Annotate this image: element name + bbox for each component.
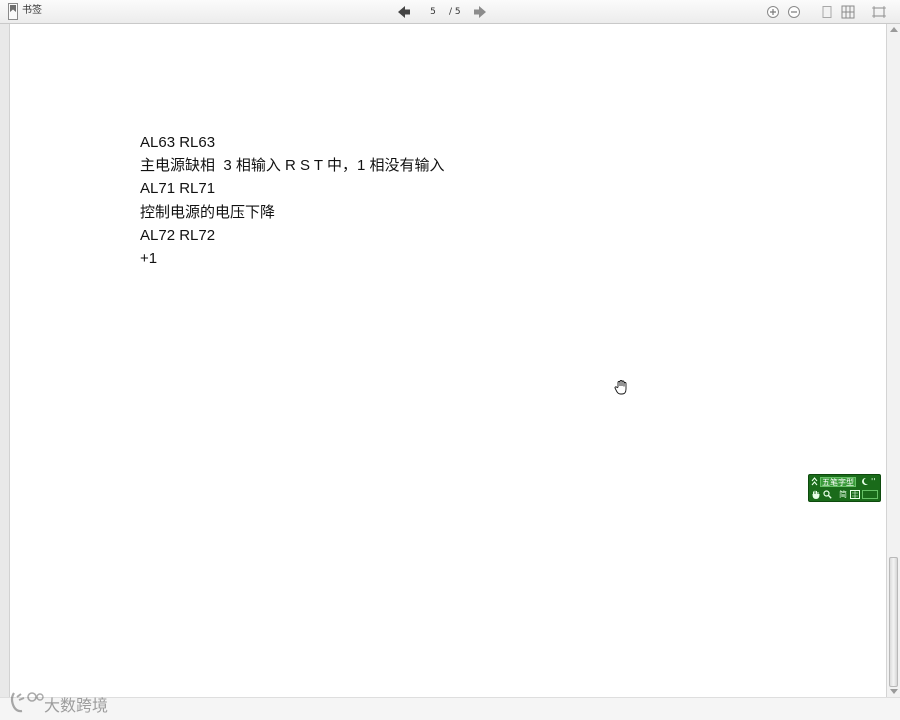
document-text: AL63 RL63 主电源缺相 3 相输入 R S T 中，1 相没有输入 AL… [140,133,444,272]
soft-keyboard-icon[interactable] [850,490,860,499]
watermark-text: 大数跨境 [44,696,108,715]
page-number-input[interactable] [421,5,445,19]
bookmark-label[interactable]: 书签 [22,5,42,17]
hand-icon[interactable] [812,490,820,499]
hand-cursor-icon [614,380,627,395]
doc-line: 主电源缺相 3 相输入 R S T 中，1 相没有输入 [140,157,445,175]
next-page-icon[interactable] [473,5,487,19]
ime-logo-icon[interactable] [811,477,818,486]
scroll-thumb[interactable] [889,557,898,687]
fit-page-icon[interactable] [871,5,887,19]
half-moon-icon[interactable] [861,477,869,486]
scroll-down-icon[interactable] [890,689,898,694]
ime-toolbar[interactable]: 五笔字型 '' 简 [808,474,881,502]
page-total: / 5 [449,7,461,17]
ime-charset[interactable]: 简 [839,489,847,500]
vertical-scrollbar[interactable] [886,24,900,697]
document-page[interactable] [10,24,886,697]
single-page-icon[interactable] [820,5,834,19]
ime-row-bottom: 简 [809,488,882,501]
search-icon[interactable] [823,490,832,499]
doc-line: AL72 RL72 [140,226,216,244]
grid-view-icon[interactable] [841,5,855,19]
scroll-up-icon[interactable] [890,27,898,32]
doc-line: 控制电源的电压下降 [140,203,276,221]
ime-status-box [862,490,878,499]
doc-line: AL71 RL71 [140,180,216,198]
zoom-out-icon[interactable] [787,5,801,19]
zoom-in-icon[interactable] [766,5,780,19]
watermark-logo: 大数跨境 [10,692,108,715]
ime-row-top: 五笔字型 '' [809,475,882,488]
doc-line: +1 [140,249,158,267]
ime-name[interactable]: 五笔字型 [820,477,856,487]
prev-page-icon[interactable] [397,5,411,19]
bookmark-icon[interactable] [8,3,18,20]
punctuation-mode[interactable]: '' [871,476,875,487]
doc-line: AL63 RL63 [140,134,216,151]
top-toolbar: 书签 / 5 [0,0,900,24]
bottom-bar [0,697,900,720]
left-margin-strip [0,24,10,697]
